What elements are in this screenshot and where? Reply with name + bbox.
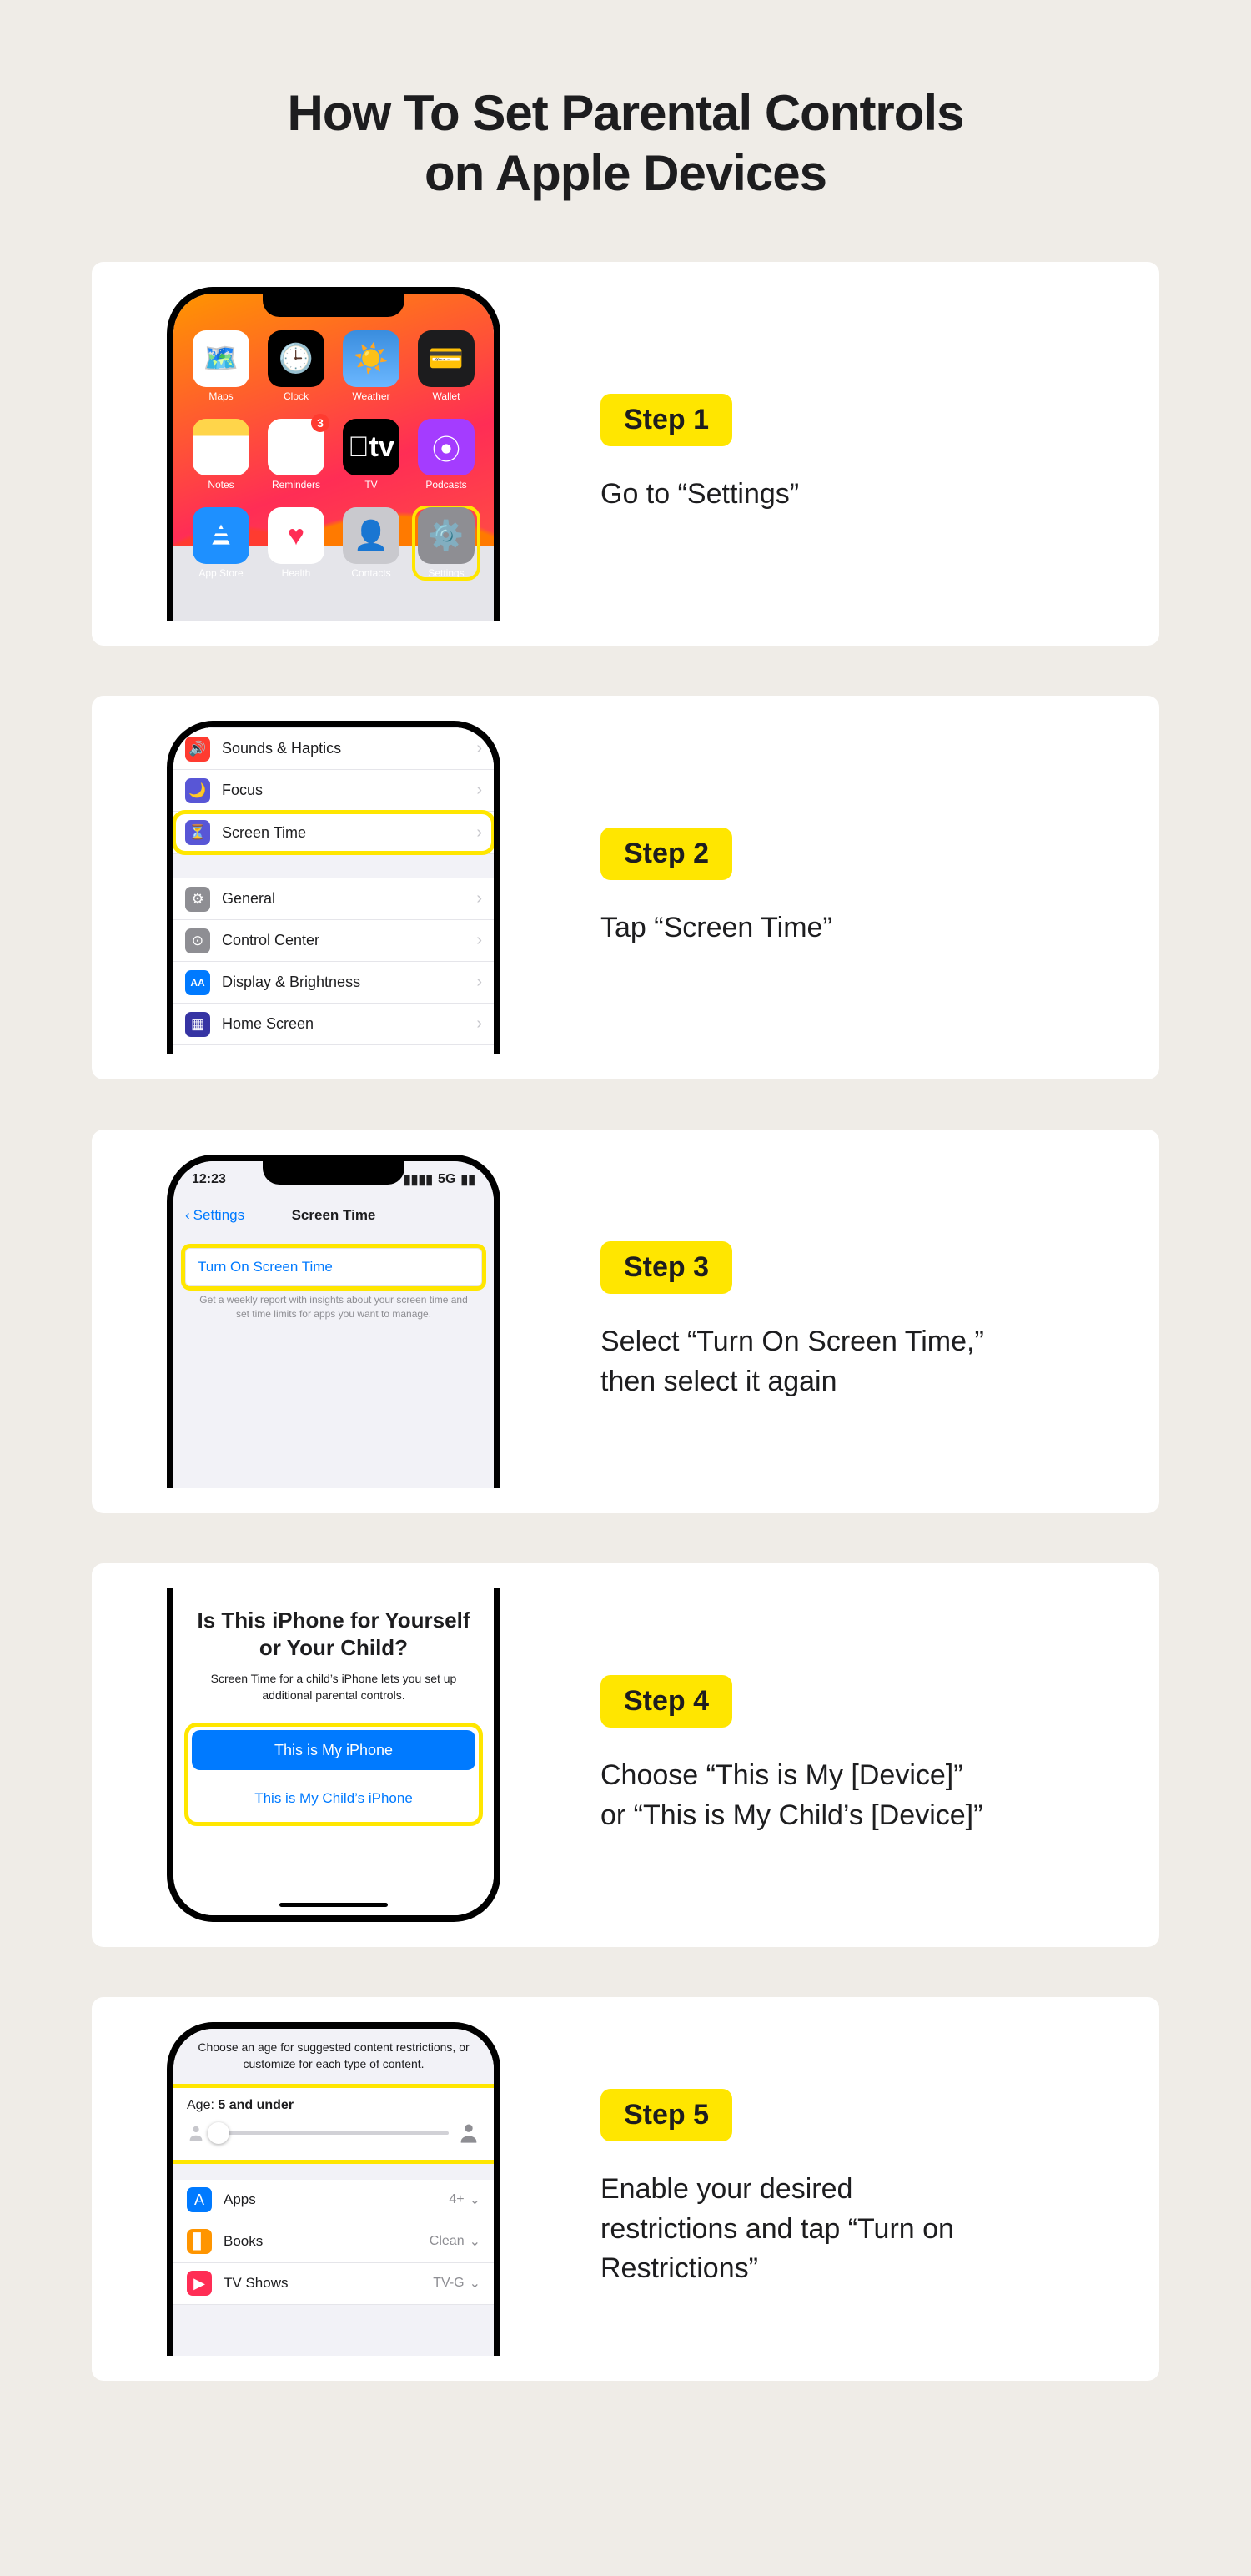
cr-row-tv[interactable]: ▶TV ShowsTV-G ⌄ [173, 2263, 494, 2305]
step-card-1: 🗺️Maps 🕒Clock ☀️Weather 💳Wallet Notes 3R… [92, 262, 1159, 646]
chevron-right-icon: › [476, 823, 482, 843]
hourglass-icon: ⏳ [185, 820, 210, 845]
phone-frame: Choose an age for suggested content rest… [167, 2022, 500, 2356]
app-wallet[interactable]: 💳Wallet [414, 330, 479, 402]
battery-icon: ▮▮ [460, 1171, 475, 1188]
ownership-sub: Screen Time for a child’s iPhone lets yo… [188, 1671, 479, 1703]
step-card-5: Choose an age for suggested content rest… [92, 1997, 1159, 2381]
page-title: How To Set Parental Controls on Apple De… [92, 83, 1159, 204]
books-icon: ▋ [187, 2229, 212, 2254]
screen-time-hint: Get a weekly report with insights about … [173, 1293, 494, 1321]
content-restrictions-screen: Choose an age for suggested content rest… [173, 2029, 494, 2356]
speaker-icon: 🔊 [185, 737, 210, 762]
text-size-icon: AA [185, 970, 210, 995]
reminders-badge: 3 [311, 414, 329, 432]
step-desc: Enable your desired restrictions and tap… [600, 2170, 984, 2289]
row-home-screen[interactable]: ▦Home Screen› [173, 1004, 494, 1045]
age-slider-box: Age: 5 and under [173, 2088, 494, 2160]
cr-row-books[interactable]: ▋BooksClean ⌄ [173, 2221, 494, 2263]
cr-row-apps[interactable]: AApps4+ ⌄ [173, 2180, 494, 2221]
app-maps[interactable]: 🗺️Maps [188, 330, 254, 402]
ownership-heading: Is This iPhone for Yourself or Your Chil… [188, 1607, 479, 1661]
step-badge: Step 1 [600, 394, 732, 446]
app-settings[interactable]: ⚙️Settings [414, 507, 479, 579]
app-tv[interactable]: tvTV [339, 419, 404, 491]
this-is-my-childs-iphone-button[interactable]: This is My Child’s iPhone [192, 1779, 475, 1819]
age-line: Age: 5 and under [187, 2098, 480, 2113]
turn-on-screen-time-button[interactable]: Turn On Screen Time [185, 1248, 482, 1286]
status-time: 12:23 [192, 1172, 226, 1187]
settings-group-a: 🔊Sounds & Haptics› 🌙Focus› ⏳Screen Time› [173, 727, 494, 854]
step-badge: Step 5 [600, 2089, 732, 2141]
home-indicator [279, 1903, 388, 1907]
phone-frame: 12:23 ▮▮▮▮ 5G ▮▮ ‹Settings Screen Time T… [167, 1155, 500, 1488]
content-rows: AApps4+ ⌄ ▋BooksClean ⌄ ▶TV ShowsTV-G ⌄ [173, 2180, 494, 2305]
network-label: 5G [438, 1172, 455, 1187]
phone-frame: Is This iPhone for Yourself or Your Chil… [167, 1588, 500, 1922]
this-is-my-iphone-button[interactable]: This is My iPhone [192, 1730, 475, 1770]
screen-time-screen: 12:23 ▮▮▮▮ 5G ▮▮ ‹Settings Screen Time T… [173, 1161, 494, 1488]
row-general[interactable]: ⚙︎General› [173, 878, 494, 920]
slider-knob[interactable] [208, 2122, 229, 2144]
chevron-right-icon: › [476, 931, 482, 950]
chevron-left-icon: ‹ [185, 1207, 190, 1224]
moon-icon: 🌙 [185, 778, 210, 803]
chevron-right-icon: › [476, 781, 482, 800]
chevron-right-icon: › [476, 973, 482, 992]
app-clock[interactable]: 🕒Clock [264, 330, 329, 402]
row-sounds[interactable]: 🔊Sounds & Haptics› [173, 728, 494, 770]
apps-icon: A [187, 2187, 212, 2212]
home-app-grid: 🗺️Maps 🕒Clock ☀️Weather 💳Wallet Notes 3R… [173, 294, 494, 579]
status-right: ▮▮▮▮ 5G ▮▮ [404, 1171, 475, 1188]
step-card-2: 🔊Sounds & Haptics› 🌙Focus› ⏳Screen Time›… [92, 696, 1159, 1079]
tv-icon: ▶ [187, 2271, 212, 2296]
step-desc: Go to “Settings” [600, 475, 984, 515]
phone-frame: 🗺️Maps 🕒Clock ☀️Weather 💳Wallet Notes 3R… [167, 287, 500, 621]
row-display[interactable]: AADisplay & Brightness› [173, 962, 494, 1004]
settings-screen: 🔊Sounds & Haptics› 🌙Focus› ⏳Screen Time›… [173, 727, 494, 1054]
row-accessibility[interactable]: ✪Accessibility› [173, 1045, 494, 1054]
grid-icon: ▦ [185, 1012, 210, 1037]
row-focus[interactable]: 🌙Focus› [173, 770, 494, 812]
app-contacts[interactable]: 👤Contacts [339, 507, 404, 579]
app-podcasts[interactable]: ⦿Podcasts [414, 419, 479, 491]
nav-bar: ‹Settings Screen Time [173, 1198, 494, 1233]
step-card-3: 12:23 ▮▮▮▮ 5G ▮▮ ‹Settings Screen Time T… [92, 1130, 1159, 1513]
chevron-right-icon: › [476, 739, 482, 758]
content-restrictions-lead: Choose an age for suggested content rest… [173, 2029, 494, 2088]
step-desc: Select “Turn On Screen Time,” then selec… [600, 1322, 984, 1401]
phone-frame: 🔊Sounds & Haptics› 🌙Focus› ⏳Screen Time›… [167, 721, 500, 1054]
notch [263, 294, 404, 317]
app-notes[interactable]: Notes [188, 419, 254, 491]
step-desc: Tap “Screen Time” [600, 908, 984, 948]
updown-icon: ⌄ [470, 2233, 480, 2250]
ownership-buttons-highlight: This is My iPhone This is My Child’s iPh… [188, 1727, 479, 1822]
updown-icon: ⌄ [470, 2275, 480, 2292]
back-button[interactable]: ‹Settings [185, 1207, 244, 1224]
app-reminders[interactable]: 3Reminders [264, 419, 329, 491]
signal-icon: ▮▮▮▮ [404, 1171, 433, 1188]
slider-track [214, 2131, 449, 2135]
settings-group-b: ⚙︎General› ⊙Control Center› AADisplay & … [173, 878, 494, 1054]
app-appstore[interactable]: App Store [188, 507, 254, 579]
person-small-icon [187, 2124, 205, 2142]
chevron-right-icon: › [476, 1014, 482, 1034]
step-badge: Step 4 [600, 1675, 732, 1728]
updown-icon: ⌄ [470, 2191, 480, 2208]
chevron-right-icon: › [476, 889, 482, 908]
age-slider[interactable] [187, 2121, 480, 2145]
app-weather[interactable]: ☀️Weather [339, 330, 404, 402]
step-desc: Choose “This is My [Device]” or “This is… [600, 1756, 984, 1835]
notch [263, 1161, 404, 1185]
person-large-icon [457, 2121, 480, 2145]
row-control-center[interactable]: ⊙Control Center› [173, 920, 494, 962]
row-screen-time[interactable]: ⏳Screen Time› [173, 812, 494, 853]
gear-icon: ⚙︎ [185, 887, 210, 912]
step-badge: Step 2 [600, 828, 732, 880]
step-badge: Step 3 [600, 1241, 732, 1294]
app-health[interactable]: ♥Health [264, 507, 329, 579]
ownership-screen: Is This iPhone for Yourself or Your Chil… [173, 1588, 494, 1915]
step-card-4: Is This iPhone for Yourself or Your Chil… [92, 1563, 1159, 1947]
switch-icon: ⊙ [185, 928, 210, 953]
